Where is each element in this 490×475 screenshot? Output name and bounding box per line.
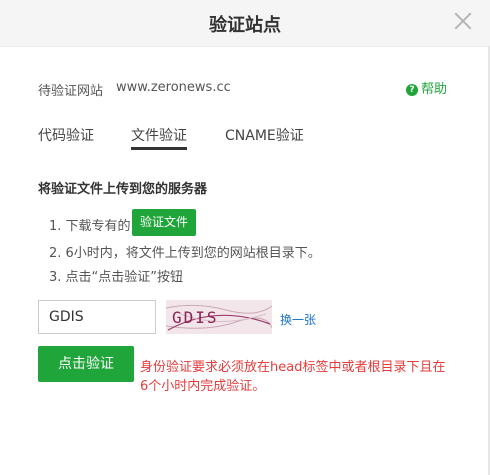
dialog-title: 验证站点 [209, 15, 281, 36]
captcha-image[interactable]: GDIS [166, 300, 272, 334]
site-label: 待验证网站 [38, 84, 104, 99]
help-label: 帮助 [421, 82, 448, 97]
help-link[interactable]: ? 帮助 [406, 78, 447, 97]
captcha-text: GDIS [172, 308, 219, 327]
captcha-input[interactable] [38, 300, 156, 334]
step-2: 2. 6小时内，将文件上传到您的网站根目录下。 [49, 246, 321, 261]
dialog-header: 验证站点 [0, 0, 490, 47]
tab-code-verify[interactable]: 代码验证 [38, 125, 94, 145]
verify-button[interactable]: 点击验证 [38, 346, 134, 382]
tab-file-verify[interactable]: 文件验证 [131, 125, 187, 150]
close-icon[interactable] [452, 10, 474, 32]
refresh-captcha-link[interactable]: 换一张 [280, 311, 316, 328]
warning-text-line1: 身份验证要求必须放在head标签中或者根目录下且在 [140, 360, 446, 375]
step-1: 1. 下载专有的 [49, 219, 131, 234]
step-3: 3. 点击“点击验证”按钮 [49, 270, 184, 285]
help-icon: ? [406, 84, 418, 96]
tab-cname-verify[interactable]: CNAME验证 [225, 125, 304, 145]
site-value: www.zeronews.cc [116, 80, 231, 95]
section-title: 将验证文件上传到您的服务器 [38, 182, 208, 197]
warning-text-line2: 6个小时内完成验证。 [140, 379, 266, 394]
download-file-button[interactable]: 验证文件 [132, 209, 196, 236]
